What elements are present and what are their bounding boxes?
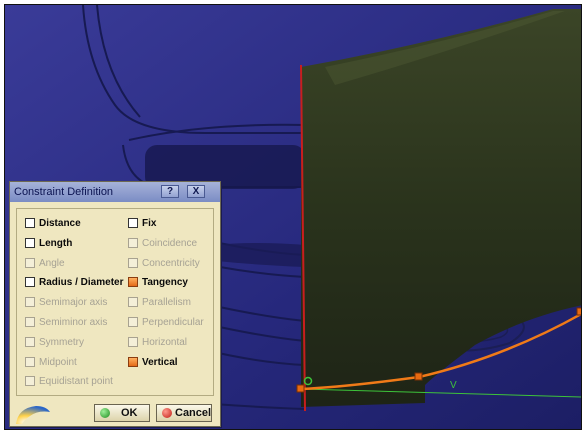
label-parallelism: Parallelism: [142, 297, 191, 308]
label-fix: Fix: [142, 218, 157, 229]
catia-logo-icon: [16, 406, 50, 424]
checkbox-vertical[interactable]: [128, 357, 138, 367]
checkbox-parallelism: [128, 297, 138, 307]
checkbox-semimajor-axis: [25, 297, 35, 307]
checkbox-concentricity: [128, 258, 138, 268]
vertical-constraint-label: V: [450, 380, 457, 391]
dialog-title-bar[interactable]: Constraint Definition ? X: [10, 182, 220, 202]
cancel-label: Cancel: [175, 407, 212, 419]
checkbox-radius-diameter[interactable]: [25, 277, 35, 287]
ok-button[interactable]: OK: [94, 404, 150, 422]
label-horizontal: Horizontal: [142, 337, 188, 348]
checkbox-length[interactable]: [25, 238, 35, 248]
constraint-options-panel: Distance Fix Length Coincidence Angle Concent…: [16, 208, 214, 396]
ok-icon: [100, 408, 110, 418]
checkbox-tangency[interactable]: [128, 277, 138, 287]
checkbox-fix[interactable]: [128, 218, 138, 228]
label-angle: Angle: [39, 258, 65, 269]
checkbox-perpendicular: [128, 317, 138, 327]
checkbox-symmetry: [25, 337, 35, 347]
app-window: V Constraint Definition ? X Distance Fix L…: [0, 0, 584, 432]
cancel-icon: [162, 408, 172, 418]
label-equidistant-point: Equidistant point: [39, 376, 113, 387]
label-coincidence: Coincidence: [142, 238, 198, 249]
checkbox-angle: [25, 258, 35, 268]
checkbox-midpoint: [25, 357, 35, 367]
cancel-button[interactable]: Cancel: [156, 404, 212, 422]
3d-viewport[interactable]: V Constraint Definition ? X Distance Fix L…: [4, 4, 582, 430]
constraint-definition-dialog: Constraint Definition ? X Distance Fix Len…: [9, 181, 221, 427]
checkbox-distance[interactable]: [25, 218, 35, 228]
label-symmetry: Symmetry: [39, 337, 84, 348]
label-perpendicular: Perpendicular: [142, 317, 204, 328]
curve-end-point[interactable]: [576, 307, 582, 316]
ok-label: OK: [121, 407, 138, 419]
label-concentricity: Concentricity: [142, 258, 200, 269]
label-distance: Distance: [39, 218, 81, 229]
close-button[interactable]: X: [187, 185, 205, 198]
label-radius-diameter: Radius / Diameter: [39, 277, 124, 288]
checkbox-horizontal: [128, 337, 138, 347]
dialog-title: Constraint Definition: [14, 186, 114, 198]
checkbox-coincidence: [128, 238, 138, 248]
label-midpoint: Midpoint: [39, 357, 77, 368]
label-length: Length: [39, 238, 73, 249]
label-tangency: Tangency: [142, 277, 188, 288]
curve-control-point[interactable]: [414, 372, 423, 381]
checkbox-semiminor-axis: [25, 317, 35, 327]
label-semiminor-axis: Semiminor axis: [39, 317, 108, 328]
help-button[interactable]: ?: [161, 185, 179, 198]
checkbox-equidistant-point: [25, 376, 35, 386]
label-vertical: Vertical: [142, 357, 178, 368]
curve-start-point[interactable]: [296, 384, 305, 393]
label-semimajor-axis: Semimajor axis: [39, 297, 108, 308]
